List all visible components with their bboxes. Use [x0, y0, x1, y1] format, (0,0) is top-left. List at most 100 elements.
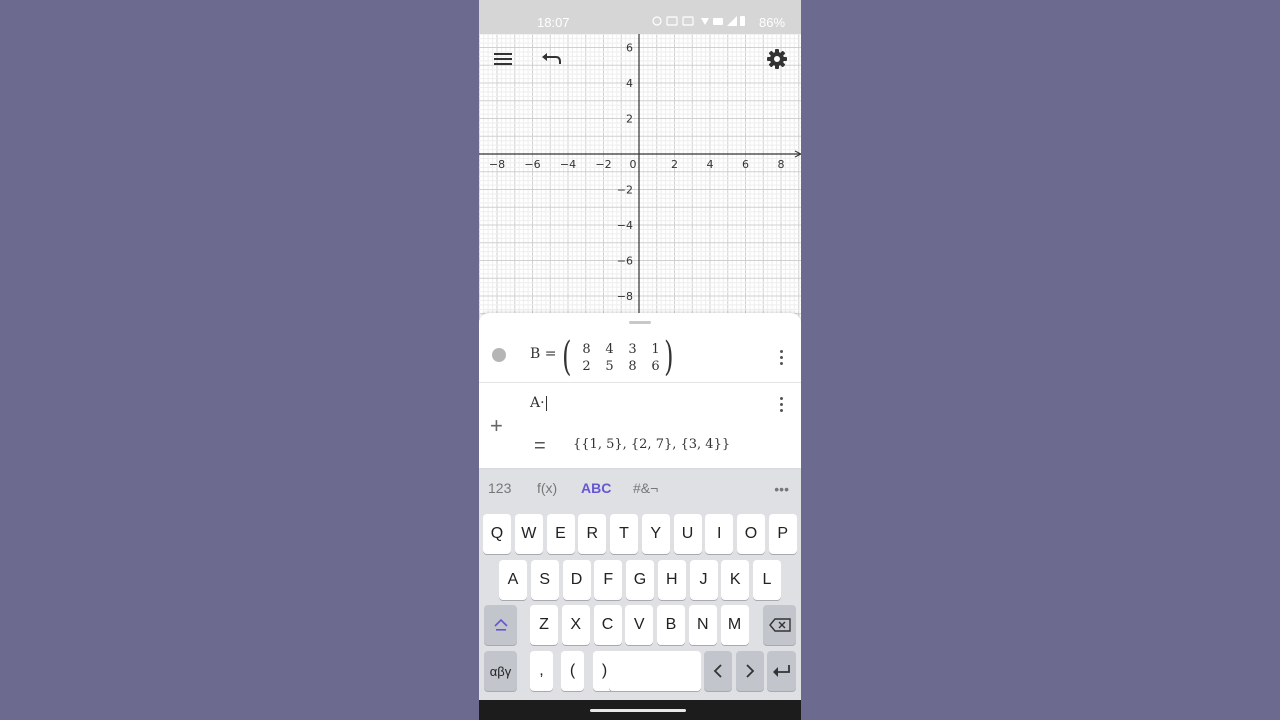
y-tick-label: −4 [617, 219, 633, 232]
chevron-left-icon [713, 664, 722, 678]
add-icon[interactable]: + [490, 413, 503, 439]
tab-abc[interactable]: ABC [581, 480, 611, 496]
greek-key[interactable]: αβγ [484, 651, 517, 691]
key-v[interactable]: V [625, 605, 654, 645]
x-tick-label: 4 [707, 158, 714, 171]
cursor-left-key[interactable] [704, 651, 732, 691]
x-tick-label: 0 [630, 158, 637, 171]
key-s[interactable]: S [530, 560, 559, 600]
tab-123[interactable]: 123 [488, 480, 511, 496]
x-tick-label: 2 [671, 158, 678, 171]
key-w[interactable]: W [514, 514, 543, 554]
visibility-toggle[interactable] [492, 348, 506, 362]
enter-key[interactable] [767, 651, 796, 691]
y-tick-label: 2 [626, 113, 633, 126]
x-tick-label: −2 [595, 158, 611, 171]
key-g[interactable]: G [626, 560, 654, 600]
signal-icon [727, 16, 737, 26]
algebra-row-b[interactable]: B = ( 8 4 3 1 2 5 8 6 ) [479, 333, 801, 383]
chevron-right-icon [746, 664, 755, 678]
key-h[interactable]: H [657, 560, 686, 600]
matrix-row-1: 8 4 3 1 [575, 342, 667, 357]
gear-icon [767, 49, 787, 69]
row-b-more-icon[interactable] [773, 348, 789, 366]
menu-button[interactable] [488, 44, 518, 74]
cast-icon [682, 16, 694, 26]
key-i[interactable]: I [705, 514, 734, 554]
key-o[interactable]: O [737, 514, 765, 554]
backspace-icon [768, 618, 791, 632]
key-t[interactable]: T [610, 514, 638, 554]
x-tick-label: 6 [742, 158, 749, 171]
key-y[interactable]: Y [641, 514, 670, 554]
text-caret [545, 395, 547, 411]
graphics-view[interactable]: −8−6−4−2024688642−2−4−6−8 [479, 0, 801, 320]
y-tick-label: 6 [626, 42, 633, 55]
hamburger-icon [494, 53, 512, 65]
result-preview: {{1, 5}, {2, 7}, {3, 4}} [573, 437, 731, 452]
status-time: 18:07 [537, 15, 570, 30]
battery-icon [740, 16, 745, 26]
algebra-input[interactable]: A· [530, 395, 547, 411]
key-b[interactable]: B [657, 605, 685, 645]
wifi-icon [701, 18, 709, 25]
key-a[interactable]: A [499, 560, 527, 600]
x-tick-label: 8 [778, 158, 785, 171]
y-tick-label: −2 [617, 184, 633, 197]
y-tick-label: −8 [617, 290, 633, 303]
open-paren-key[interactable]: ( [561, 651, 584, 691]
matrix-right-paren: ) [664, 334, 674, 380]
key-x[interactable]: X [561, 605, 590, 645]
tab-symbols[interactable]: #&¬ [633, 480, 658, 496]
drag-handle[interactable] [629, 321, 651, 324]
matrix-row-2: 2 5 8 6 [575, 359, 667, 374]
more-icon[interactable]: ••• [774, 481, 789, 497]
y-tick-label: −6 [617, 255, 633, 268]
status-icon-group [652, 16, 745, 26]
system-nav-bar [479, 700, 801, 720]
x-tick-label: −8 [489, 158, 505, 171]
status-bar: 18:07 86% [479, 0, 801, 34]
key-r[interactable]: R [578, 514, 607, 554]
matrix-left-paren: ( [562, 334, 572, 380]
key-c[interactable]: C [593, 605, 622, 645]
key-q[interactable]: Q [483, 514, 511, 554]
status-icons [651, 15, 747, 30]
shift-key[interactable] [484, 605, 517, 645]
matrix-cell: 5 [605, 359, 614, 374]
row-definition-label: B = [530, 346, 557, 362]
key-f[interactable]: F [594, 560, 623, 600]
cursor-right-key[interactable] [736, 651, 764, 691]
x-tick-label: −4 [560, 158, 576, 171]
key-n[interactable]: N [688, 605, 717, 645]
key-d[interactable]: D [562, 560, 591, 600]
comma-key[interactable]: , [530, 651, 553, 691]
undo-icon [542, 53, 561, 64]
phone-screen: −8 −6 −4 −2 0 2 4 6 8 8 6 4 2 −2 −4 −6 −8 18:07 86% [479, 0, 801, 720]
key-m[interactable]: M [720, 605, 749, 645]
key-p[interactable]: P [768, 514, 797, 554]
home-gesture-bar[interactable] [590, 709, 686, 712]
space-key[interactable] [609, 651, 701, 691]
key-z[interactable]: Z [530, 605, 558, 645]
virtual-keyboard: QWERTYUIOP ASDFGHJKL ZXCVBNM αβγ , ( ) [479, 508, 801, 700]
key-k[interactable]: K [721, 560, 750, 600]
matrix-cell: 8 [628, 359, 637, 374]
matrix-cell: 3 [628, 342, 637, 357]
key-j[interactable]: J [689, 560, 718, 600]
tab-functions[interactable]: f(x) [537, 480, 557, 496]
undo-button[interactable] [537, 44, 567, 74]
backspace-key[interactable] [763, 605, 796, 645]
matrix-cell: 8 [582, 342, 591, 357]
key-e[interactable]: E [546, 514, 575, 554]
settings-button[interactable] [762, 44, 792, 74]
equals-sign: = [534, 435, 546, 457]
key-l[interactable]: L [753, 560, 781, 600]
data-icon [713, 18, 723, 25]
x-tick-label: −6 [524, 158, 540, 171]
algebra-row-input[interactable]: + A· = {{1, 5}, {2, 7}, {3, 4}} [479, 383, 801, 468]
y-tick-label: 4 [626, 77, 633, 90]
card-icon [666, 16, 678, 26]
row-input-more-icon[interactable] [773, 395, 789, 413]
key-u[interactable]: U [673, 514, 702, 554]
